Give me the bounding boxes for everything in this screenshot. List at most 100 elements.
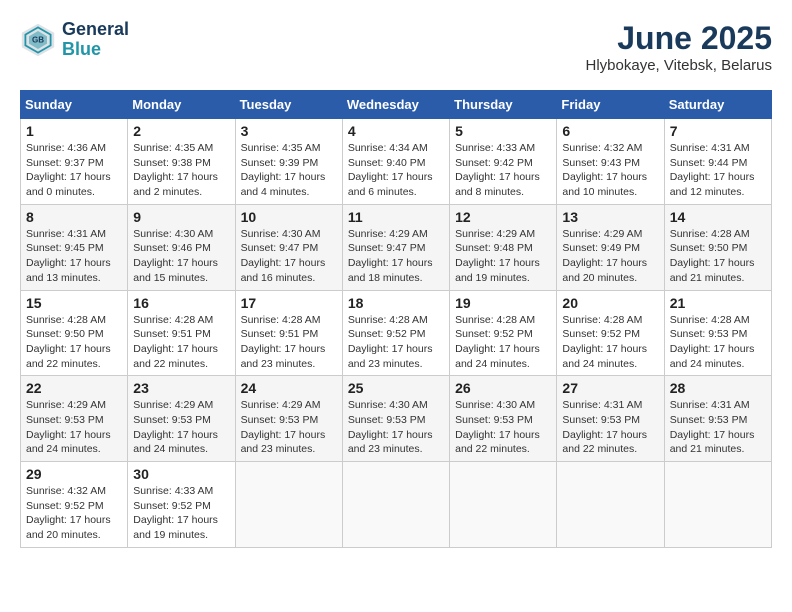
- day-number: 19: [455, 295, 551, 311]
- day-cell: 21 Sunrise: 4:28 AM Sunset: 9:53 PM Dayli…: [664, 290, 771, 376]
- day-cell: [664, 462, 771, 548]
- day-info: Sunrise: 4:31 AM Sunset: 9:53 PM Dayligh…: [562, 398, 658, 457]
- day-info: Sunrise: 4:32 AM Sunset: 9:43 PM Dayligh…: [562, 141, 658, 200]
- week-row-2: 8Sunrise: 4:31 AM Sunset: 9:45 PM Daylig…: [21, 204, 772, 290]
- day-cell: 20Sunrise: 4:28 AM Sunset: 9:52 PM Dayli…: [557, 290, 664, 376]
- weekday-monday: Monday: [128, 91, 235, 119]
- logo: GB General Blue: [20, 20, 129, 60]
- day-cell: 19Sunrise: 4:28 AM Sunset: 9:52 PM Dayli…: [450, 290, 557, 376]
- day-number: 3: [241, 123, 337, 139]
- day-info: Sunrise: 4:30 AM Sunset: 9:53 PM Dayligh…: [348, 398, 444, 457]
- day-cell: 14Sunrise: 4:28 AM Sunset: 9:50 PM Dayli…: [664, 204, 771, 290]
- day-number: 1: [26, 123, 122, 139]
- day-cell: 24 Sunrise: 4:29 AM Sunset: 9:53 PM Dayli…: [235, 376, 342, 462]
- svg-text:GB: GB: [32, 35, 44, 44]
- day-cell: [557, 462, 664, 548]
- day-info: Sunrise: 4:31 AM Sunset: 9:44 PM Dayligh…: [670, 141, 766, 200]
- day-info: Sunrise: 4:35 AM Sunset: 9:38 PM Dayligh…: [133, 141, 229, 200]
- day-cell: 4Sunrise: 4:34 AM Sunset: 9:40 PM Daylig…: [342, 119, 449, 205]
- weekday-friday: Friday: [557, 91, 664, 119]
- day-info: Sunrise: 4:33 AM Sunset: 9:52 PM Dayligh…: [133, 484, 229, 543]
- day-cell: 9Sunrise: 4:30 AM Sunset: 9:46 PM Daylig…: [128, 204, 235, 290]
- day-info: Sunrise: 4:29 AM Sunset: 9:47 PM Dayligh…: [348, 227, 444, 286]
- day-info: Sunrise: 4:30 AM Sunset: 9:46 PM Dayligh…: [133, 227, 229, 286]
- day-number: 22: [26, 380, 122, 396]
- week-row-5: 29 Sunrise: 4:32 AM Sunset: 9:52 PM Dayli…: [21, 462, 772, 548]
- day-number: 21: [670, 295, 766, 311]
- day-number: 18: [348, 295, 444, 311]
- day-cell: 25 Sunrise: 4:30 AM Sunset: 9:53 PM Dayli…: [342, 376, 449, 462]
- logo-line1: General: [62, 20, 129, 40]
- day-cell: 27 Sunrise: 4:31 AM Sunset: 9:53 PM Dayli…: [557, 376, 664, 462]
- day-number: 7: [670, 123, 766, 139]
- logo-icon: GB: [20, 22, 56, 58]
- title-area: June 2025 Hlybokaye, Vitebsk, Belarus: [586, 20, 772, 74]
- day-number: 2: [133, 123, 229, 139]
- day-number: 26: [455, 380, 551, 396]
- day-cell: [235, 462, 342, 548]
- day-cell: 23 Sunrise: 4:29 AM Sunset: 9:53 PM Dayli…: [128, 376, 235, 462]
- day-cell: 17Sunrise: 4:28 AM Sunset: 9:51 PM Dayli…: [235, 290, 342, 376]
- day-info: Sunrise: 4:28 AM Sunset: 9:50 PM Dayligh…: [26, 313, 122, 372]
- location: Hlybokaye, Vitebsk, Belarus: [586, 57, 772, 74]
- day-number: 12: [455, 209, 551, 225]
- day-cell: 29 Sunrise: 4:32 AM Sunset: 9:52 PM Dayli…: [21, 462, 128, 548]
- week-row-3: 15 Sunrise: 4:28 AM Sunset: 9:50 PM Dayli…: [21, 290, 772, 376]
- day-number: 25: [348, 380, 444, 396]
- day-number: 13: [562, 209, 658, 225]
- day-cell: 5 Sunrise: 4:33 AM Sunset: 9:42 PM Daylig…: [450, 119, 557, 205]
- day-info: Sunrise: 4:31 AM Sunset: 9:53 PM Dayligh…: [670, 398, 766, 457]
- day-info: Sunrise: 4:28 AM Sunset: 9:52 PM Dayligh…: [562, 313, 658, 372]
- day-info: Sunrise: 4:35 AM Sunset: 9:39 PM Dayligh…: [241, 141, 337, 200]
- weekday-tuesday: Tuesday: [235, 91, 342, 119]
- day-info: Sunrise: 4:29 AM Sunset: 9:53 PM Dayligh…: [241, 398, 337, 457]
- day-cell: 26 Sunrise: 4:30 AM Sunset: 9:53 PM Dayli…: [450, 376, 557, 462]
- day-cell: [450, 462, 557, 548]
- day-info: Sunrise: 4:33 AM Sunset: 9:42 PM Dayligh…: [455, 141, 551, 200]
- day-number: 16: [133, 295, 229, 311]
- day-number: 15: [26, 295, 122, 311]
- day-info: Sunrise: 4:34 AM Sunset: 9:40 PM Dayligh…: [348, 141, 444, 200]
- day-cell: 11Sunrise: 4:29 AM Sunset: 9:47 PM Dayli…: [342, 204, 449, 290]
- day-number: 5: [455, 123, 551, 139]
- logo-line2: Blue: [62, 40, 129, 60]
- day-number: 30: [133, 466, 229, 482]
- day-info: Sunrise: 4:28 AM Sunset: 9:51 PM Dayligh…: [241, 313, 337, 372]
- day-info: Sunrise: 4:30 AM Sunset: 9:53 PM Dayligh…: [455, 398, 551, 457]
- day-number: 8: [26, 209, 122, 225]
- weekday-thursday: Thursday: [450, 91, 557, 119]
- weekday-saturday: Saturday: [664, 91, 771, 119]
- day-cell: 8Sunrise: 4:31 AM Sunset: 9:45 PM Daylig…: [21, 204, 128, 290]
- day-number: 27: [562, 380, 658, 396]
- day-cell: 12Sunrise: 4:29 AM Sunset: 9:48 PM Dayli…: [450, 204, 557, 290]
- day-cell: 28Sunrise: 4:31 AM Sunset: 9:53 PM Dayli…: [664, 376, 771, 462]
- day-info: Sunrise: 4:32 AM Sunset: 9:52 PM Dayligh…: [26, 484, 122, 543]
- weekday-sunday: Sunday: [21, 91, 128, 119]
- day-number: 24: [241, 380, 337, 396]
- day-number: 6: [562, 123, 658, 139]
- month-year: June 2025: [586, 20, 772, 57]
- day-number: 29: [26, 466, 122, 482]
- day-cell: 3 Sunrise: 4:35 AM Sunset: 9:39 PM Daylig…: [235, 119, 342, 205]
- day-info: Sunrise: 4:28 AM Sunset: 9:52 PM Dayligh…: [348, 313, 444, 372]
- day-cell: 18 Sunrise: 4:28 AM Sunset: 9:52 PM Dayli…: [342, 290, 449, 376]
- day-info: Sunrise: 4:28 AM Sunset: 9:53 PM Dayligh…: [670, 313, 766, 372]
- page-container: GB General Blue June 2025 Hlybokaye, Vit…: [20, 20, 772, 548]
- day-cell: 6 Sunrise: 4:32 AM Sunset: 9:43 PM Daylig…: [557, 119, 664, 205]
- day-cell: 16Sunrise: 4:28 AM Sunset: 9:51 PM Dayli…: [128, 290, 235, 376]
- day-number: 23: [133, 380, 229, 396]
- day-cell: [342, 462, 449, 548]
- day-info: Sunrise: 4:28 AM Sunset: 9:50 PM Dayligh…: [670, 227, 766, 286]
- day-cell: 7 Sunrise: 4:31 AM Sunset: 9:44 PM Daylig…: [664, 119, 771, 205]
- day-cell: 10Sunrise: 4:30 AM Sunset: 9:47 PM Dayli…: [235, 204, 342, 290]
- calendar: SundayMondayTuesdayWednesdayThursdayFrid…: [20, 90, 772, 548]
- day-number: 10: [241, 209, 337, 225]
- day-cell: 30 Sunrise: 4:33 AM Sunset: 9:52 PM Dayli…: [128, 462, 235, 548]
- weekday-wednesday: Wednesday: [342, 91, 449, 119]
- weekday-header-row: SundayMondayTuesdayWednesdayThursdayFrid…: [21, 91, 772, 119]
- day-cell: 15 Sunrise: 4:28 AM Sunset: 9:50 PM Dayli…: [21, 290, 128, 376]
- week-row-1: 1Sunrise: 4:36 AM Sunset: 9:37 PM Daylig…: [21, 119, 772, 205]
- day-cell: 1Sunrise: 4:36 AM Sunset: 9:37 PM Daylig…: [21, 119, 128, 205]
- week-row-4: 22 Sunrise: 4:29 AM Sunset: 9:53 PM Dayli…: [21, 376, 772, 462]
- day-info: Sunrise: 4:29 AM Sunset: 9:53 PM Dayligh…: [133, 398, 229, 457]
